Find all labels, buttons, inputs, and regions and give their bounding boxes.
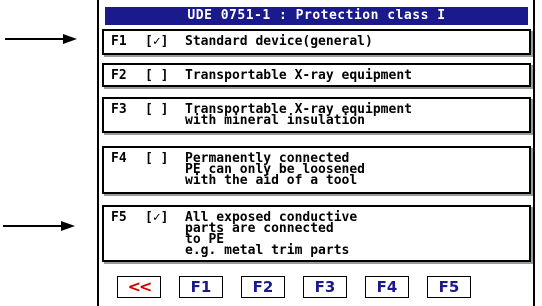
option-code: F3: [111, 102, 127, 117]
option-checkbox[interactable]: [ ]: [145, 152, 185, 192]
option-label: Standard device(general): [185, 34, 373, 49]
option-checkbox[interactable]: [✓]: [145, 211, 185, 260]
option-label: Permanently connected PE can only be loo…: [185, 151, 366, 188]
option-code: F2: [111, 68, 127, 83]
f5-button[interactable]: F5: [427, 276, 471, 298]
option-checkbox[interactable]: [ ]: [145, 69, 185, 85]
option-label: All exposed conductive parts are connect…: [185, 210, 358, 258]
option-f1[interactable]: F1 [✓] Standard device(general): [102, 29, 531, 55]
option-f3[interactable]: F3 [ ] Transportable X-ray equipment wit…: [102, 97, 531, 133]
f4-button[interactable]: F4: [365, 276, 409, 298]
option-code: F1: [111, 34, 127, 49]
f3-button[interactable]: F3: [303, 276, 347, 298]
option-code: F4: [111, 151, 127, 166]
option-code: F5: [111, 210, 127, 225]
option-f4[interactable]: F4 [ ] Permanently connected PE can only…: [102, 146, 531, 194]
option-checkbox[interactable]: [ ]: [145, 103, 185, 131]
option-checkbox[interactable]: [✓]: [145, 35, 185, 53]
option-f2[interactable]: F2 [ ] Transportable X-ray equipment: [102, 63, 531, 87]
option-label: Transportable X-ray equipment with miner…: [185, 102, 412, 128]
screen-title: UDE 0751-1 : Protection class I: [105, 7, 528, 25]
option-f5[interactable]: F5 [✓] All exposed conductive parts are …: [102, 205, 531, 262]
back-button[interactable]: <<: [117, 276, 161, 298]
device-screen: UDE 0751-1 : Protection class I F1 [✓] S…: [97, 0, 535, 306]
pointer-arrow-f1: [5, 34, 77, 44]
option-label: Transportable X-ray equipment: [185, 68, 412, 83]
f2-button[interactable]: F2: [241, 276, 285, 298]
pointer-arrow-f5: [3, 221, 75, 231]
f1-button[interactable]: F1: [179, 276, 223, 298]
